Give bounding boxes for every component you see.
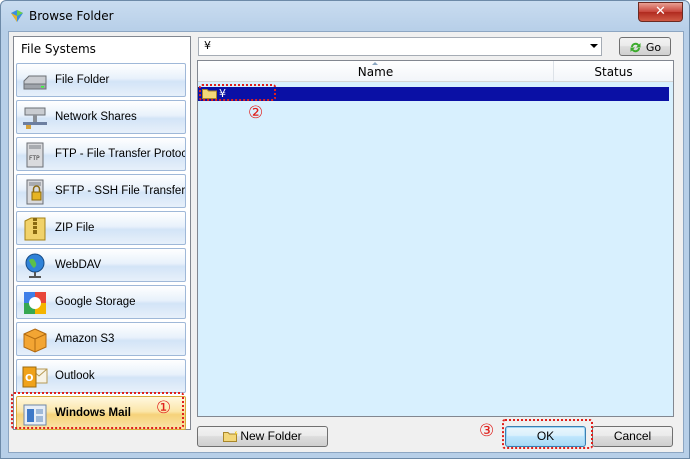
- sidebar-item-label: Amazon S3: [55, 333, 115, 345]
- box-icon: [23, 328, 47, 353]
- app-icon: [11, 10, 23, 22]
- column-header: Name Status: [198, 61, 673, 82]
- sidebar-item-ftp[interactable]: FTP FTP - File Transfer Protocol: [16, 137, 186, 171]
- sidebar-item-label: WebDAV: [55, 259, 102, 271]
- sidebar-item-label: FTP - File Transfer Protocol: [55, 148, 186, 160]
- annotation-box-3: [502, 419, 593, 449]
- file-systems-header: File Systems: [21, 42, 96, 56]
- sidebar-item-sftp[interactable]: SFTP - SSH File Transfer Protocol: [16, 174, 186, 208]
- sidebar-item-label: SFTP - SSH File Transfer Protocol: [55, 185, 186, 197]
- window-title: Browse Folder: [29, 9, 114, 23]
- new-folder-button[interactable]: New Folder: [197, 426, 328, 447]
- file-systems-panel: File Systems File Folder Network Shares …: [13, 36, 191, 430]
- title-bar[interactable]: Browse Folder ✕: [1, 1, 689, 31]
- annotation-marker-1: ①: [156, 398, 172, 418]
- sidebar-item-file-folder[interactable]: File Folder: [16, 63, 186, 97]
- sidebar-item-label: Outlook: [55, 370, 95, 382]
- network-icon: [23, 107, 47, 129]
- cancel-button[interactable]: Cancel: [592, 426, 673, 447]
- sidebar-item-label: Google Storage: [55, 296, 136, 308]
- outlook-icon: O: [22, 366, 48, 388]
- svg-text:FTP: FTP: [29, 155, 40, 162]
- globe-icon: [25, 253, 45, 278]
- drive-icon: [23, 75, 47, 90]
- svg-text:O: O: [25, 373, 34, 384]
- annotation-marker-2: ②: [248, 103, 264, 123]
- sidebar-item-amazon-s3[interactable]: Amazon S3: [16, 322, 186, 356]
- sidebar-item-label: ZIP File: [55, 222, 95, 234]
- path-value: ¥: [204, 39, 211, 52]
- browse-folder-dialog: Browse Folder ✕ File Systems File Folder…: [0, 0, 690, 459]
- go-label: Go: [645, 41, 662, 54]
- sidebar-item-label: Network Shares: [55, 111, 137, 123]
- sidebar-item-webdav[interactable]: WebDAV: [16, 248, 186, 282]
- annotation-box-2: [199, 84, 276, 101]
- sort-indicator-icon: [372, 62, 378, 65]
- annotation-marker-3: ③: [479, 421, 495, 441]
- chevron-down-icon[interactable]: [590, 44, 598, 48]
- dialog-body: File Systems File Folder Network Shares …: [8, 31, 684, 453]
- column-header-status[interactable]: Status: [554, 61, 673, 81]
- file-list[interactable]: Name Status ¥: [197, 60, 674, 417]
- sftp-icon: [26, 179, 44, 205]
- sidebar-item-google-storage[interactable]: Google Storage: [16, 285, 186, 319]
- ftp-icon: FTP: [26, 142, 44, 168]
- new-folder-icon: [223, 430, 239, 442]
- column-header-name[interactable]: Name: [198, 61, 554, 81]
- google-icon: [24, 292, 46, 314]
- refresh-icon: [630, 42, 641, 53]
- path-combobox[interactable]: ¥: [198, 37, 602, 56]
- zip-icon: [24, 217, 46, 241]
- sidebar-item-network-shares[interactable]: Network Shares: [16, 100, 186, 134]
- go-button[interactable]: Go: [619, 37, 671, 56]
- sidebar-item-outlook[interactable]: O Outlook: [16, 359, 186, 393]
- sidebar-item-zip[interactable]: ZIP File: [16, 211, 186, 245]
- close-button[interactable]: ✕: [638, 2, 683, 22]
- sidebar-item-label: File Folder: [55, 74, 110, 86]
